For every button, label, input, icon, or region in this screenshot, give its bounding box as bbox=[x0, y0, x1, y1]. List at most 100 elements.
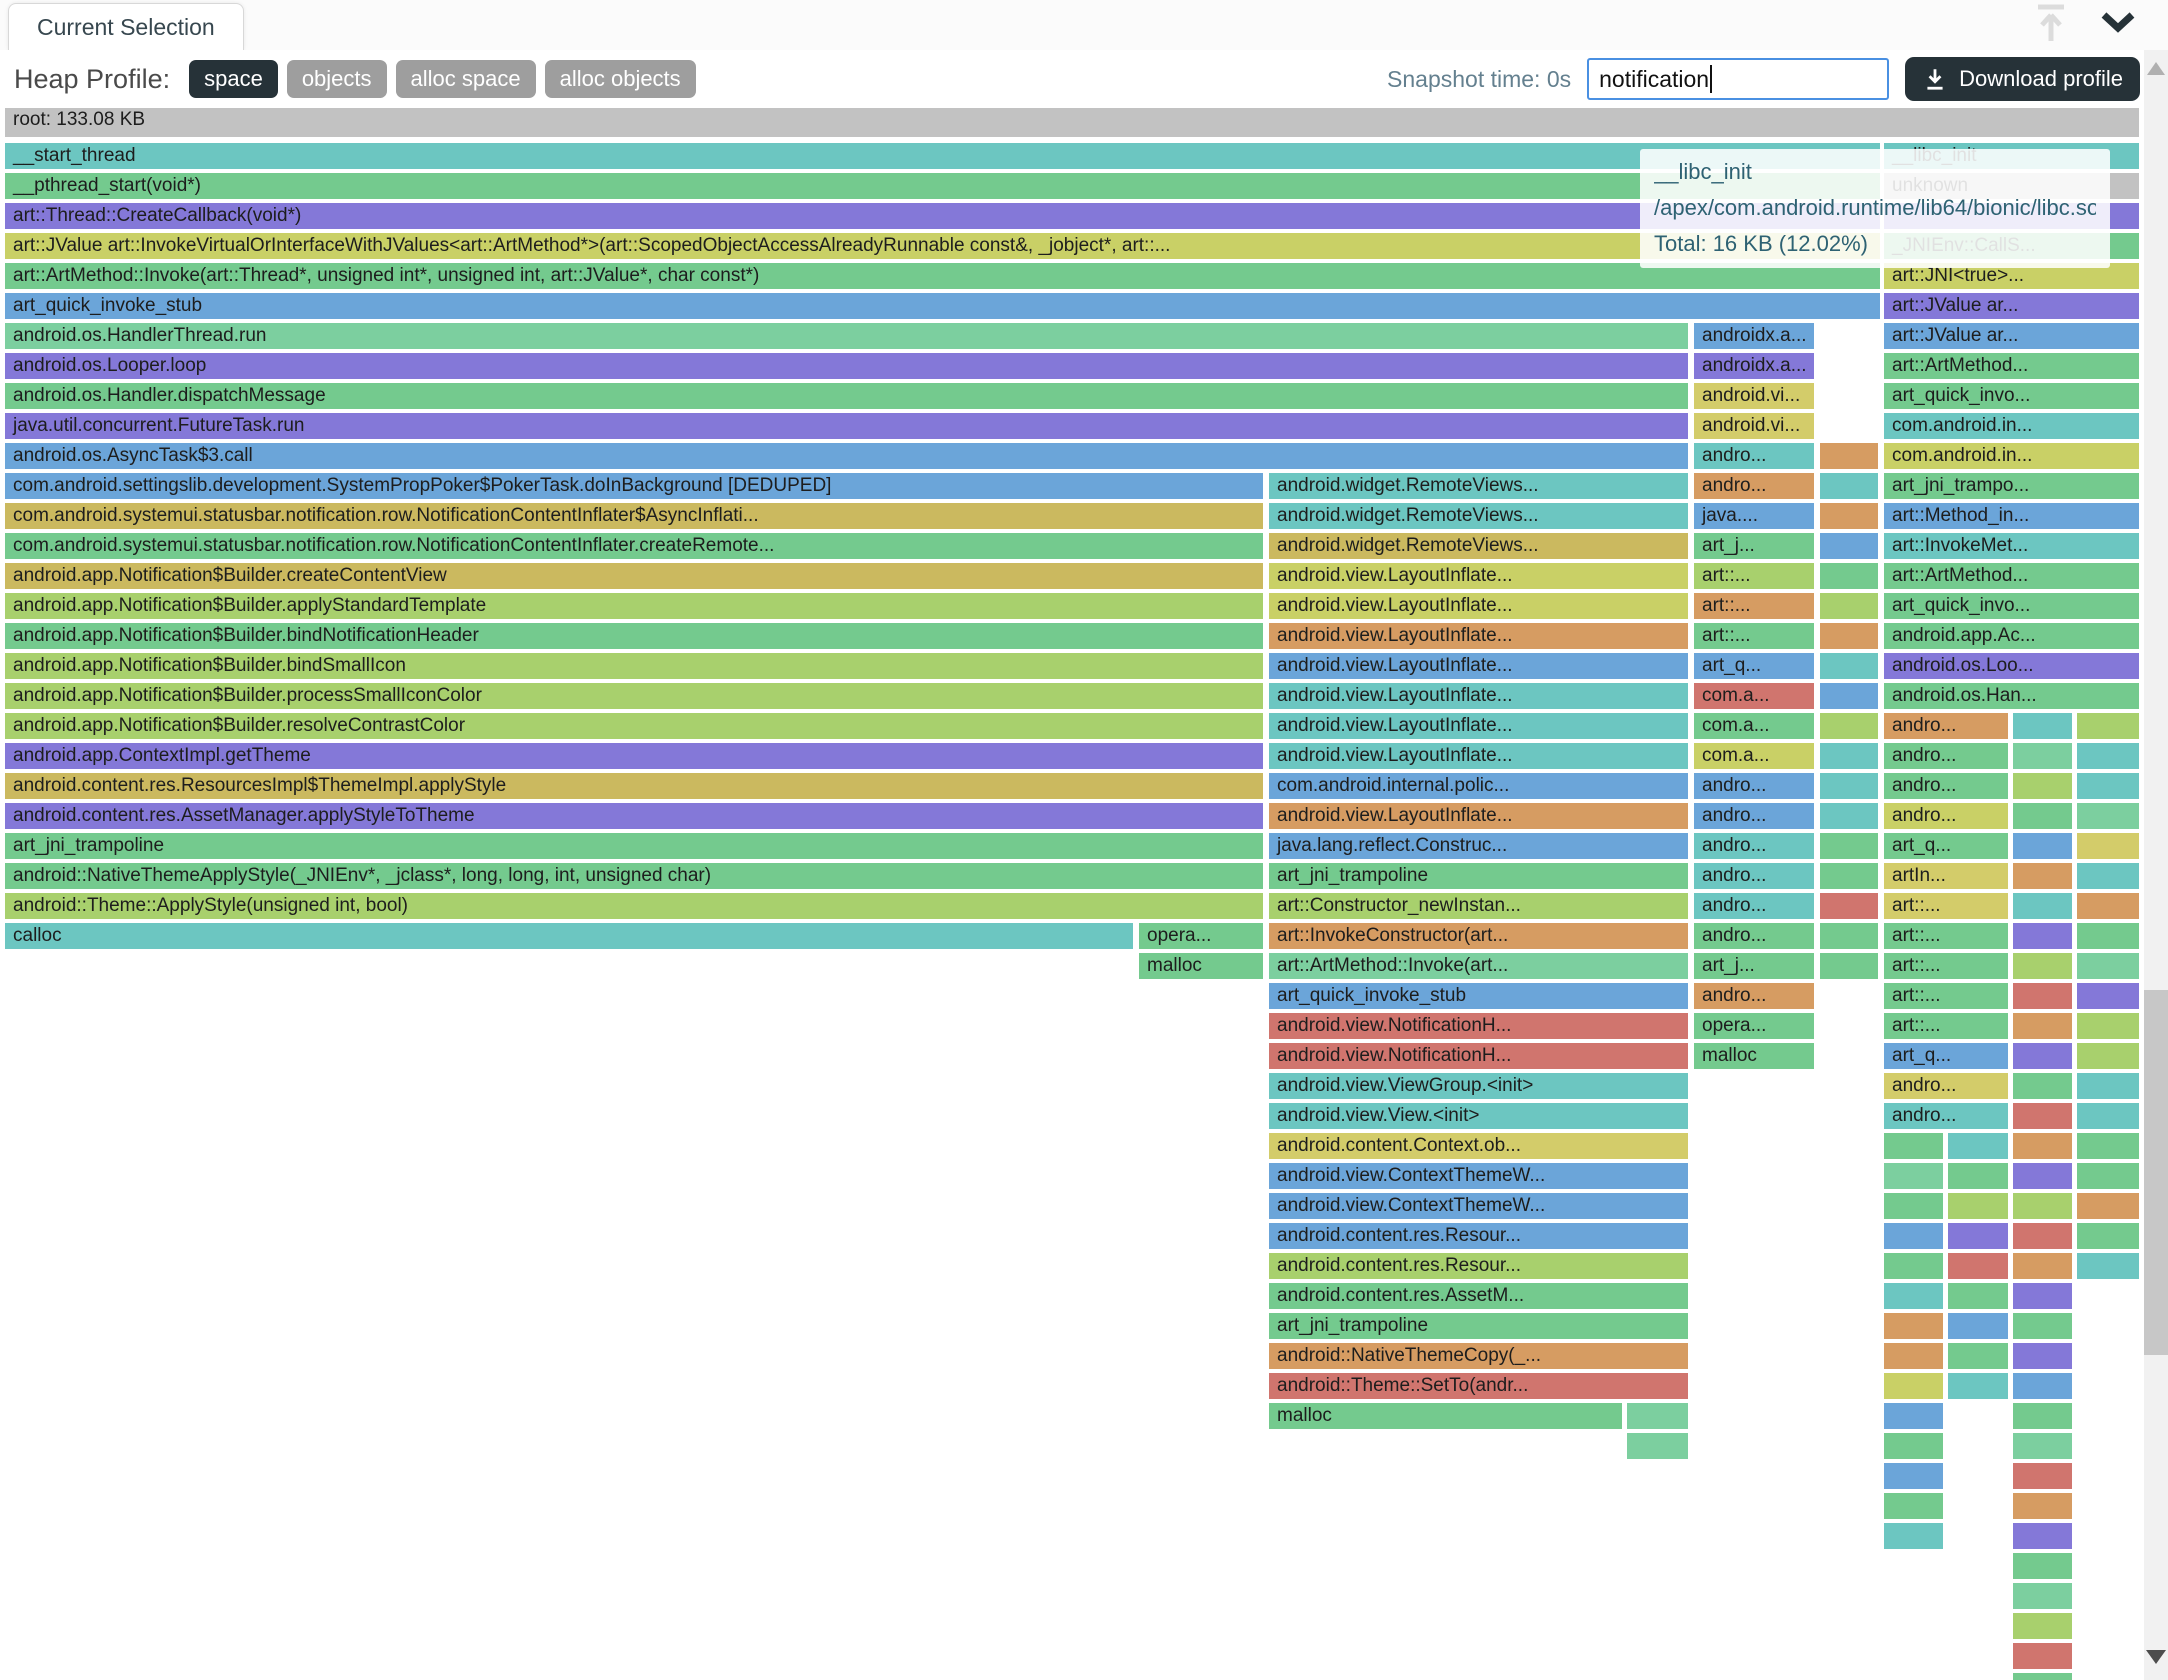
flame-cell[interactable] bbox=[2077, 983, 2139, 1009]
flame-cell[interactable] bbox=[2013, 833, 2072, 859]
flame-cell[interactable]: android::Theme::ApplyStyle(unsigned int,… bbox=[5, 893, 1263, 919]
flame-cell[interactable] bbox=[2013, 1583, 2072, 1609]
flame-cell[interactable] bbox=[1884, 1163, 1943, 1189]
flame-cell[interactable]: android.view.LayoutInflate... bbox=[1269, 563, 1688, 589]
flame-cell[interactable]: com.android.in... bbox=[1884, 443, 2139, 469]
flame-cell[interactable] bbox=[2077, 803, 2139, 829]
flame-cell[interactable] bbox=[1820, 743, 1878, 769]
flame-cell[interactable]: art::... bbox=[1884, 1013, 2008, 1039]
flame-cell[interactable]: andro... bbox=[1694, 983, 1814, 1009]
flame-cell[interactable]: art::ArtMethod::Invoke(art::Thread*, uns… bbox=[5, 263, 1880, 289]
flame-cell[interactable] bbox=[1820, 623, 1878, 649]
flame-cell[interactable] bbox=[1820, 833, 1878, 859]
flame-cell[interactable]: art::ArtMethod::Invoke(art... bbox=[1269, 953, 1688, 979]
flame-cell[interactable]: andro... bbox=[1694, 923, 1814, 949]
flame-cell[interactable] bbox=[2013, 1163, 2072, 1189]
flame-cell[interactable] bbox=[2077, 713, 2139, 739]
button-objects[interactable]: objects bbox=[287, 60, 387, 98]
flame-cell[interactable]: android.view.LayoutInflate... bbox=[1269, 623, 1688, 649]
flame-cell[interactable]: android.view.ViewGroup.<init> bbox=[1269, 1073, 1688, 1099]
flame-cell[interactable]: android.app.Ac... bbox=[1884, 623, 2139, 649]
flame-cell[interactable] bbox=[2013, 923, 2072, 949]
flame-cell[interactable] bbox=[1820, 923, 1878, 949]
flame-cell[interactable]: art::Thread::CreateCallback(void*) bbox=[5, 203, 1880, 229]
flame-cell[interactable]: android.os.Handler.dispatchMessage bbox=[5, 383, 1688, 409]
flame-cell[interactable] bbox=[2077, 953, 2139, 979]
flame-cell[interactable]: java.lang.reflect.Construc... bbox=[1269, 833, 1688, 859]
flame-cell[interactable]: andro... bbox=[1694, 443, 1814, 469]
flame-cell[interactable] bbox=[1948, 1193, 2008, 1219]
flame-cell[interactable]: androidx.a... bbox=[1694, 323, 1814, 349]
flame-cell[interactable]: andro... bbox=[1694, 803, 1814, 829]
flame-cell[interactable] bbox=[2077, 1223, 2139, 1249]
flame-cell[interactable]: opera... bbox=[1694, 1013, 1814, 1039]
flame-cell[interactable]: andro... bbox=[1884, 773, 2008, 799]
scrollbar-track[interactable] bbox=[2144, 50, 2168, 1680]
flame-cell[interactable] bbox=[1884, 1493, 1943, 1519]
flame-cell[interactable] bbox=[2013, 1493, 2072, 1519]
flame-cell[interactable]: art_quick_invo... bbox=[1884, 593, 2139, 619]
flame-cell[interactable]: android.content.res.AssetM... bbox=[1269, 1283, 1688, 1309]
flame-cell[interactable] bbox=[2077, 1253, 2139, 1279]
button-space[interactable]: space bbox=[189, 60, 278, 98]
flame-cell[interactable] bbox=[2013, 803, 2072, 829]
flame-cell[interactable]: android.content.res.ResourcesImpl$ThemeI… bbox=[5, 773, 1263, 799]
flame-cell[interactable]: andro... bbox=[1884, 1073, 2008, 1099]
flame-cell[interactable]: art::InvokeConstructor(art... bbox=[1269, 923, 1688, 949]
flame-cell[interactable]: android.view.NotificationH... bbox=[1269, 1013, 1688, 1039]
flame-cell[interactable]: android.os.AsyncTask$3.call bbox=[5, 443, 1688, 469]
flame-cell[interactable]: andro... bbox=[1694, 863, 1814, 889]
flame-cell[interactable] bbox=[2077, 863, 2139, 889]
flame-cell[interactable]: com.android.systemui.statusbar.notificat… bbox=[5, 533, 1263, 559]
flame-cell[interactable]: __pthread_start(void*) bbox=[5, 173, 1880, 199]
flame-cell[interactable]: art::... bbox=[1884, 923, 2008, 949]
flame-cell[interactable]: android.content.Context.ob... bbox=[1269, 1133, 1688, 1159]
flame-cell[interactable] bbox=[2013, 1013, 2072, 1039]
flame-cell[interactable]: art_q... bbox=[1884, 1043, 2008, 1069]
flame-cell[interactable] bbox=[2077, 1043, 2139, 1069]
flame-cell[interactable]: android.app.ContextImpl.getTheme bbox=[5, 743, 1263, 769]
flame-cell[interactable] bbox=[1884, 1133, 1943, 1159]
flame-cell[interactable] bbox=[1820, 803, 1878, 829]
flame-cell[interactable]: android.vi... bbox=[1694, 413, 1814, 439]
flame-cell[interactable] bbox=[1948, 1253, 2008, 1279]
flame-cell[interactable]: opera... bbox=[1139, 923, 1263, 949]
flame-cell[interactable]: art_jni_trampo... bbox=[1884, 473, 2139, 499]
flame-cell[interactable] bbox=[1884, 1463, 1943, 1489]
flame-cell[interactable]: com.android.settingslib.development.Syst… bbox=[5, 473, 1263, 499]
flame-cell[interactable]: androidx.a... bbox=[1694, 353, 1814, 379]
flame-cell[interactable] bbox=[1820, 503, 1878, 529]
flame-cell[interactable]: com.a... bbox=[1694, 713, 1814, 739]
flame-cell[interactable] bbox=[2077, 1103, 2139, 1129]
flame-cell[interactable] bbox=[1820, 953, 1878, 979]
flame-cell[interactable]: com.android.internal.polic... bbox=[1269, 773, 1688, 799]
flame-cell[interactable] bbox=[2013, 1373, 2072, 1399]
flame-cell[interactable]: andro... bbox=[1884, 713, 2008, 739]
flame-cell[interactable]: __start_thread bbox=[5, 143, 1880, 169]
flame-cell[interactable] bbox=[1884, 1313, 1943, 1339]
flame-cell[interactable]: android.widget.RemoteViews... bbox=[1269, 503, 1688, 529]
flame-cell[interactable]: android.view.View.<init> bbox=[1269, 1103, 1688, 1129]
button-alloc-space[interactable]: alloc space bbox=[396, 60, 536, 98]
flame-cell[interactable] bbox=[1884, 1343, 1943, 1369]
flame-cell[interactable]: calloc bbox=[5, 923, 1133, 949]
flame-cell[interactable] bbox=[2013, 893, 2072, 919]
flame-cell[interactable] bbox=[2013, 983, 2072, 1009]
flame-cell[interactable]: malloc bbox=[1139, 953, 1263, 979]
flame-cell[interactable] bbox=[2013, 1643, 2072, 1669]
flame-cell[interactable]: android::Theme::SetTo(andr... bbox=[1269, 1373, 1688, 1399]
flame-cell[interactable] bbox=[1627, 1433, 1688, 1459]
flame-cell[interactable]: andro... bbox=[1884, 743, 2008, 769]
expand-panel-icon[interactable] bbox=[2028, 1, 2074, 50]
flame-cell[interactable]: art::JValue ar... bbox=[1884, 293, 2139, 319]
flame-cell[interactable]: android.app.Notification$Builder.bindNot… bbox=[5, 623, 1263, 649]
flame-cell[interactable] bbox=[2013, 1403, 2072, 1429]
flame-cell[interactable]: android.view.NotificationH... bbox=[1269, 1043, 1688, 1069]
flame-cell[interactable]: art::InvokeMet... bbox=[1884, 533, 2139, 559]
search-input[interactable]: notification bbox=[1587, 58, 1889, 100]
flame-cell[interactable]: android.view.LayoutInflate... bbox=[1269, 803, 1688, 829]
flame-cell[interactable] bbox=[1820, 683, 1878, 709]
flame-cell[interactable] bbox=[2013, 1283, 2072, 1309]
flame-cell[interactable]: android.os.Loo... bbox=[1884, 653, 2139, 679]
flame-cell[interactable] bbox=[2077, 923, 2139, 949]
